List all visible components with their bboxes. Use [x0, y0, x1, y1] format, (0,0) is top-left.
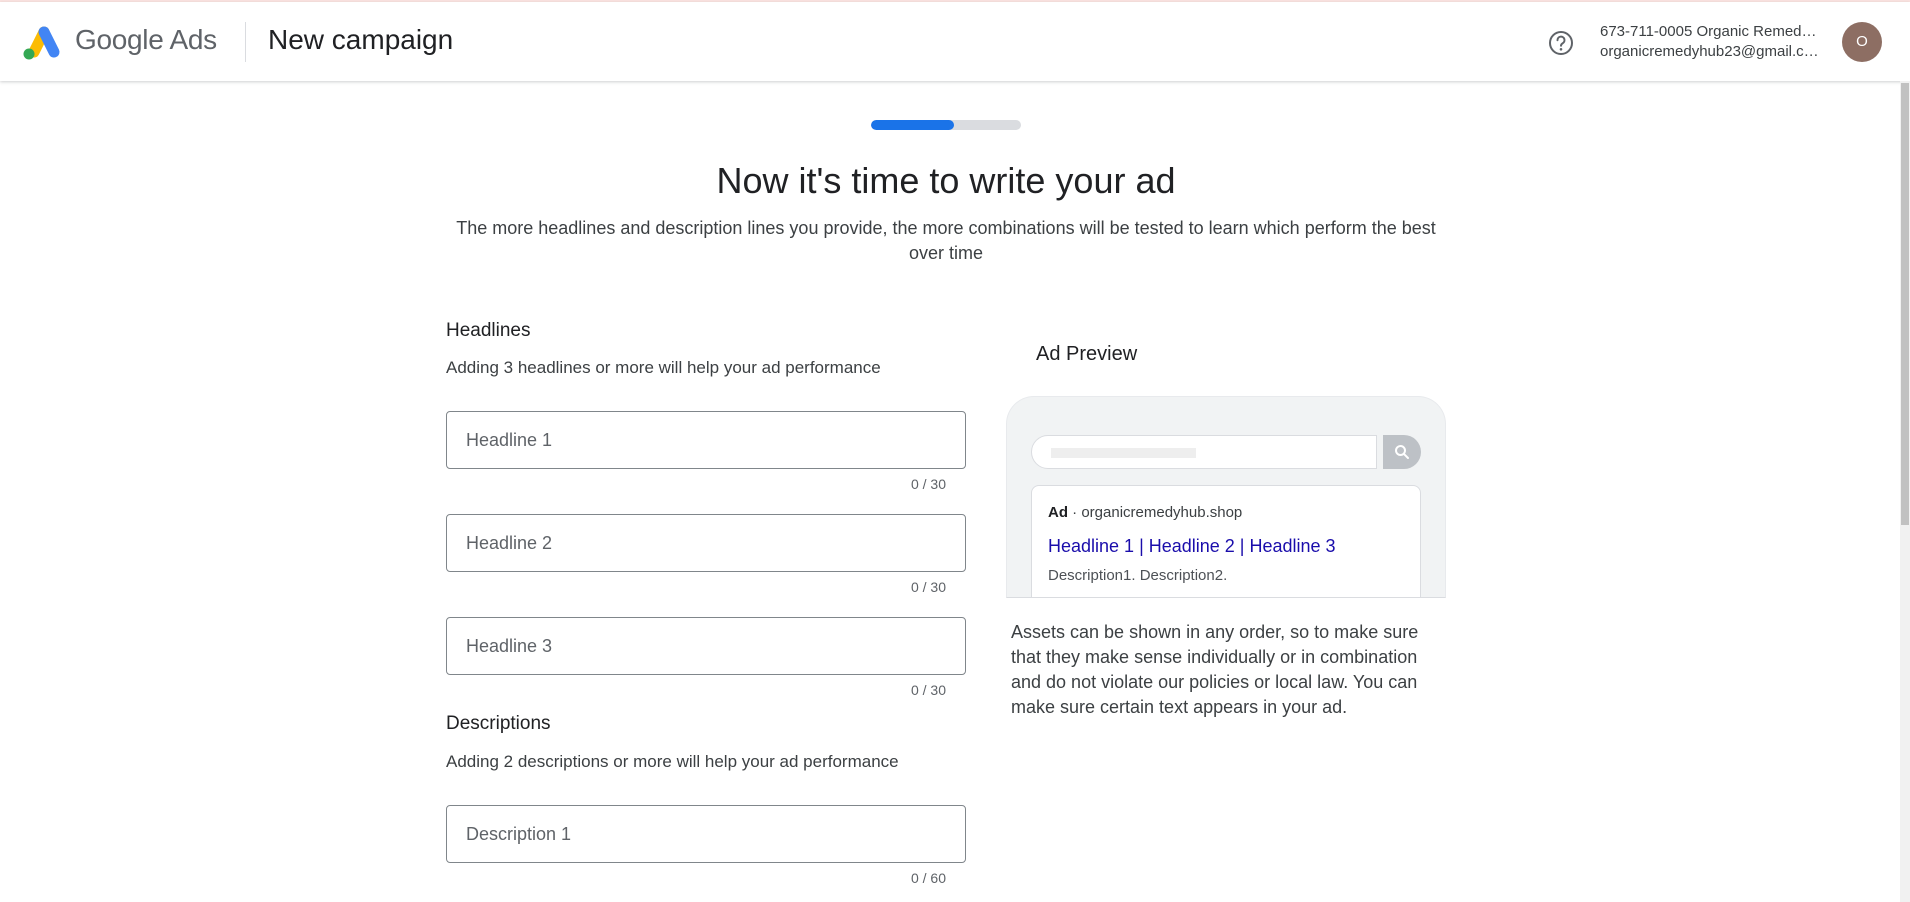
google-ads-logo-icon[interactable] [20, 23, 62, 61]
preview-ad-card: Ad · organicremedyhub.shop Headline 1 | … [1031, 485, 1421, 597]
headline-3-input[interactable] [466, 618, 946, 674]
headline-1-field[interactable] [446, 411, 966, 469]
preview-search-placeholder [1051, 448, 1196, 458]
ad-label: Ad [1048, 504, 1068, 521]
headline-3-counter: 0 / 30 [910, 682, 946, 698]
preview-search-button [1383, 435, 1421, 469]
headlines-help-text: Adding 3 headlines or more will help you… [446, 358, 881, 377]
ad-preview-phone: Ad · organicremedyhub.shop Headline 1 | … [1006, 396, 1446, 598]
descriptions-help-text: Adding 2 descriptions or more will help … [446, 752, 899, 771]
brand-ads: Ads [169, 24, 217, 55]
brand-google: Google [75, 24, 164, 55]
headline-1-input[interactable] [466, 412, 946, 468]
app-header: Google Ads New campaign 673-711-0005 Org… [0, 2, 1910, 81]
descriptions-title: Descriptions [446, 713, 551, 734]
search-icon [1395, 445, 1409, 459]
description-1-input[interactable] [466, 806, 946, 862]
preview-ad-url-line: Ad · organicremedyhub.shop [1048, 504, 1242, 521]
page-title: New campaign [268, 24, 454, 55]
headline-2-counter: 0 / 30 [910, 579, 946, 595]
headline-1-counter: 0 / 30 [910, 476, 946, 492]
header-divider [245, 22, 246, 62]
scrollbar-thumb[interactable] [1901, 83, 1909, 525]
avatar[interactable]: O [1842, 22, 1882, 62]
brand-logo-text[interactable]: Google Ads [75, 24, 217, 56]
headlines-title: Headlines [446, 320, 531, 341]
main-subtitle: The more headlines and description lines… [456, 218, 1436, 263]
account-switcher[interactable]: 673-711-0005 Organic Remed… organicremed… [1600, 22, 1830, 62]
description-1-field[interactable] [446, 805, 966, 863]
headline-3-field[interactable] [446, 617, 966, 675]
ad-preview-title: Ad Preview [1036, 343, 1138, 365]
ad-preview-note: Assets can be shown in any order, so to … [1011, 622, 1419, 717]
ad-separator: · [1072, 504, 1078, 521]
account-name: 673-711-0005 Organic Remed… [1600, 23, 1817, 40]
description-1-counter: 0 / 60 [910, 870, 946, 886]
account-email: organicremedyhub23@gmail.c… [1600, 43, 1819, 60]
preview-ad-headline: Headline 1 | Headline 2 | Headline 3 [1048, 536, 1336, 556]
headline-2-input[interactable] [466, 515, 946, 571]
help-circle-icon[interactable] [1547, 29, 1575, 57]
progress-bar [871, 120, 1021, 130]
main-heading: Now it's time to write your ad [716, 160, 1176, 201]
ad-domain: organicremedyhub.shop [1081, 504, 1243, 521]
preview-search-bar [1031, 435, 1377, 469]
progress-bar-fill [871, 120, 954, 130]
headline-2-field[interactable] [446, 514, 966, 572]
preview-ad-description: Description1. Description2. [1048, 567, 1228, 584]
